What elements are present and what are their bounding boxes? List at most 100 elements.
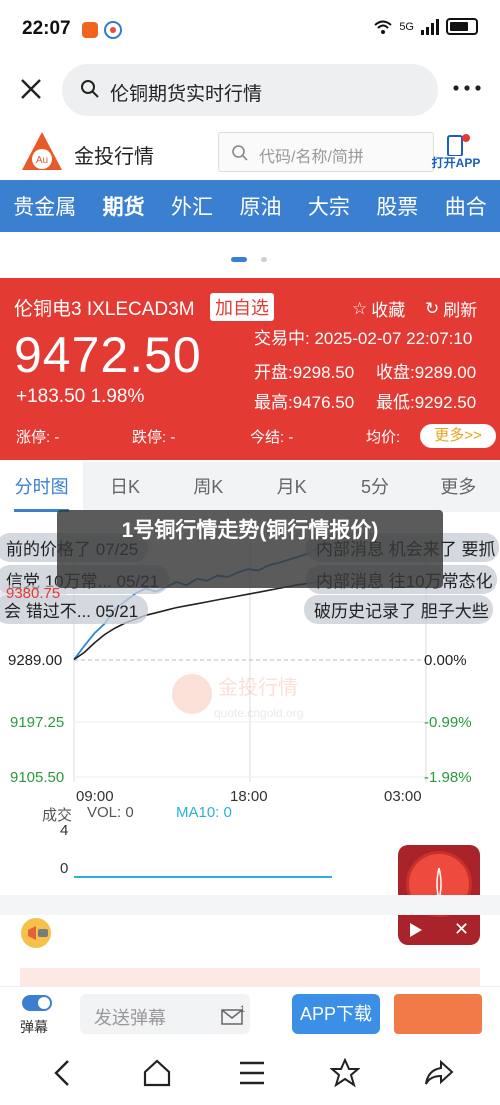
status-indicators: 5G — [373, 18, 478, 35]
promo-banner[interactable] — [20, 968, 480, 988]
close-icon[interactable] — [18, 76, 44, 102]
app-download-button[interactable]: APP下载 — [292, 994, 380, 1034]
y-tick-right: -1.98% — [424, 769, 472, 786]
y-tick-left: 9105.50 — [10, 769, 65, 786]
more-quote-button[interactable]: 更多>> — [420, 424, 496, 448]
refresh-button[interactable]: ↻ 刷新 — [425, 296, 477, 321]
status-bar: 22:07 5G — [0, 0, 500, 60]
danmaku-toggle-label: 弹幕 — [20, 1019, 48, 1035]
site-search-placeholder: 代码/名称/简拼 — [259, 149, 364, 166]
nav-item-stocks[interactable]: 股票 — [376, 191, 418, 221]
volume-tick: 0 — [60, 860, 69, 877]
close-price: 收盘:9289.00 — [376, 363, 477, 382]
nav-item-precious-metals[interactable]: 贵金属 — [13, 191, 76, 221]
article-title-overlay: 1号铜行情走势(铜行情报价) — [57, 510, 443, 588]
nav-item-futures[interactable]: 期货 — [103, 191, 145, 221]
nav-item-crude-oil[interactable]: 原油 — [239, 191, 281, 221]
section-divider — [0, 895, 500, 915]
share-icon[interactable] — [424, 1058, 454, 1088]
battery-icon — [446, 18, 478, 35]
article-title: 1号铜行情走势(铜行情报价) — [121, 519, 379, 542]
y-tick-right: -0.99% — [424, 714, 472, 731]
danmaku-toggle[interactable] — [22, 995, 52, 1011]
low-price: 最低:9292.50 — [376, 393, 477, 412]
phone-icon — [447, 134, 470, 157]
tab-daily-k[interactable]: 日K — [83, 462, 166, 512]
carousel-dot[interactable] — [261, 257, 267, 262]
nav-item-more[interactable]: 曲合 — [445, 191, 487, 221]
watermark-url: quote.cngold.org — [214, 706, 303, 720]
volume-header: 成交 VOL: 0 MA10: 0 — [0, 800, 500, 830]
y-tick-left: 9289.00 — [8, 652, 63, 669]
url-text: 伦铜期货实时行情 — [110, 84, 263, 105]
open-app-label: 打开APP — [431, 156, 481, 170]
home-icon[interactable] — [142, 1058, 172, 1088]
tab-intraday[interactable]: 分时图 — [0, 462, 84, 512]
danmaku-input-placeholder: 发送弹幕 — [94, 1008, 166, 1028]
browser-bar: 伦铜期货实时行情 — [0, 60, 500, 120]
refresh-icon: ↻ — [425, 298, 440, 318]
y-tick-left-top: 9380.75 — [0, 585, 67, 602]
trading-time: 交易中: 2025-02-07 22:07:10 — [254, 329, 473, 348]
svg-text:Au: Au — [36, 155, 48, 166]
tab-more[interactable]: 更多 — [417, 462, 500, 512]
menu-icon[interactable] — [238, 1058, 266, 1088]
y-tick-left: 9197.25 — [10, 714, 65, 731]
nav-item-commodities[interactable]: 大宗 — [308, 191, 350, 221]
y-tick-right: 0.00% — [424, 652, 467, 669]
url-bar[interactable]: 伦铜期货实时行情 — [62, 64, 438, 116]
limit-down: 跌停: - — [132, 429, 176, 446]
volume-value: VOL: 0 — [87, 804, 134, 821]
collect-label: 收藏 — [371, 301, 406, 320]
site-search-input[interactable]: 代码/名称/简拼 — [218, 132, 434, 172]
danmaku-comment[interactable]: 破历史记录了 胆子大些 — [304, 595, 493, 624]
average-price: 均价: — [366, 429, 401, 446]
limit-up: 涨停: - — [16, 429, 60, 446]
search-icon — [81, 80, 99, 98]
open-app-button[interactable]: 打开APP — [428, 134, 484, 174]
tab-5min[interactable]: 5分 — [333, 462, 416, 512]
star-bookmark-icon[interactable] — [330, 1058, 360, 1088]
site-header: Au 金投行情 代码/名称/简拼 打开APP — [0, 124, 500, 180]
instrument-name: 伦铜电3 IXLECAD3M — [14, 299, 195, 320]
app-notification-icon — [82, 22, 98, 38]
watermark: 金投行情 quote.cngold.org — [172, 674, 303, 720]
wifi-icon — [374, 20, 392, 34]
high-price: 最高:9476.50 — [254, 393, 355, 412]
danmaku-input[interactable]: 发送弹幕 1 — [80, 994, 250, 1034]
add-watchlist-button[interactable]: 加自选 — [210, 293, 274, 321]
status-time: 22:07 — [22, 18, 71, 39]
back-icon[interactable] — [50, 1058, 76, 1088]
danmaku-bar: 弹幕 发送弹幕 1 APP下载 — [0, 986, 500, 1040]
site-name[interactable]: 金投行情 — [74, 140, 154, 169]
network-label: 5G — [399, 20, 414, 33]
watermark-brand: 金投行情 — [218, 675, 298, 699]
watermark-logo-icon — [172, 674, 212, 714]
close-icon[interactable]: ✕ — [454, 919, 469, 940]
site-logo-icon[interactable]: Au — [20, 130, 64, 174]
collect-button[interactable]: ☆ 收藏 — [352, 296, 405, 321]
play-icon[interactable] — [410, 923, 422, 937]
action-button[interactable] — [394, 994, 482, 1034]
settle-price: 今结: - — [250, 429, 294, 446]
nav-item-forex[interactable]: 外汇 — [171, 191, 213, 221]
ma10-value: MA10: 0 — [176, 804, 232, 821]
category-nav: 贵金属 期货 外汇 原油 大宗 股票 曲合 — [0, 180, 500, 232]
send-icon[interactable]: 1 — [220, 1004, 246, 1026]
browser-nav-bar — [0, 1040, 500, 1105]
price-change: +183.50 1.98% — [16, 386, 145, 407]
carousel-indicator — [0, 254, 500, 264]
open-price: 开盘:9298.50 — [254, 363, 355, 382]
refresh-label: 刷新 — [443, 301, 478, 320]
volume-tick: 4 — [60, 822, 69, 839]
carousel-dot-active[interactable] — [231, 257, 247, 262]
chart-tabs: 分时图 日K 周K 月K 5分 更多 — [0, 462, 500, 512]
search-icon — [232, 145, 248, 161]
tab-weekly-k[interactable]: 周K — [167, 462, 250, 512]
signal-icon — [421, 18, 439, 35]
more-options-icon[interactable] — [452, 84, 482, 92]
announcement-icon — [21, 918, 51, 948]
tab-monthly-k[interactable]: 月K — [250, 462, 333, 512]
star-icon: ☆ — [352, 298, 368, 318]
app-notification-icon-2 — [104, 21, 122, 39]
